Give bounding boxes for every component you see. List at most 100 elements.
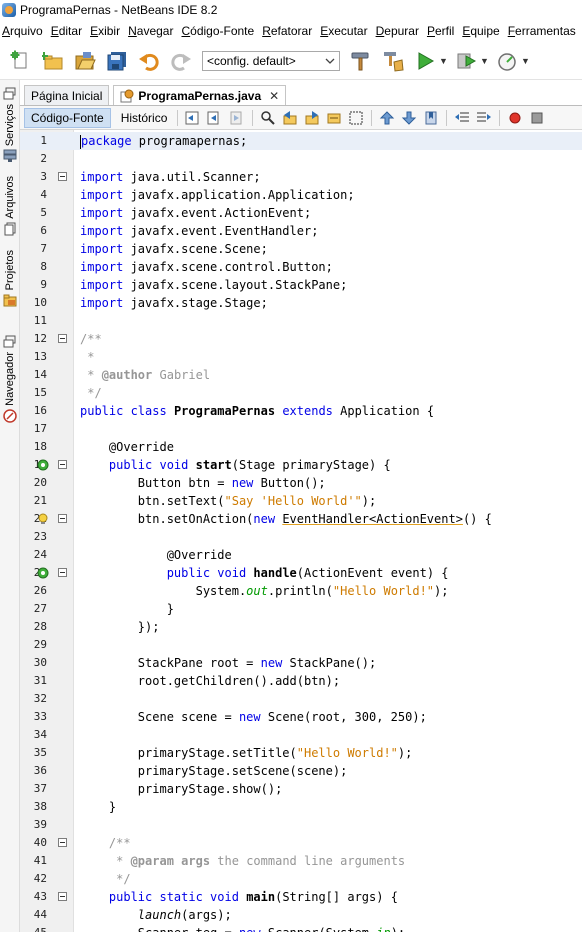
- code-line: 3 import java.util.Scanner;: [20, 168, 582, 186]
- rail-tab-navegador[interactable]: Navegador: [0, 332, 20, 426]
- tab-programapernas-java[interactable]: ProgramaPernas.java ✕: [113, 85, 287, 105]
- code-line: 44 launch(args);: [20, 906, 582, 924]
- code-line: 24 @Override: [20, 546, 582, 564]
- tab-label: ProgramaPernas.java: [138, 88, 262, 103]
- fold-toggle[interactable]: [58, 892, 67, 901]
- configuration-select[interactable]: <config. default>: [202, 50, 340, 71]
- line-number: 43: [33, 890, 47, 903]
- last-edit-icon[interactable]: [185, 110, 201, 126]
- code-line: 39: [20, 816, 582, 834]
- code-line: 13 *: [20, 348, 582, 366]
- debug-button[interactable]: [453, 48, 479, 74]
- menu-codigo-fonte[interactable]: Código-Fonte: [181, 24, 254, 38]
- history-view-button[interactable]: Histórico: [115, 108, 174, 128]
- source-view-button[interactable]: Código-Fonte: [24, 107, 111, 128]
- rail-tab-servicos[interactable]: Serviços: [0, 84, 20, 166]
- fold-toggle[interactable]: [58, 838, 67, 847]
- line-number: 3: [40, 170, 47, 183]
- menu-navegar[interactable]: Navegar: [128, 24, 173, 38]
- toolbar-separator: [371, 109, 373, 126]
- code-line: 22 btn.setOnAction(new EventHandler<Acti…: [20, 510, 582, 528]
- line-number: 33: [33, 710, 47, 723]
- clean-build-icon: [384, 51, 404, 72]
- code-text: public static void main(String[] args) {: [108, 890, 398, 904]
- toggle-highlight-icon[interactable]: [326, 110, 342, 126]
- new-file-button[interactable]: [8, 48, 34, 74]
- fold-toggle[interactable]: [58, 514, 67, 523]
- code-line: 27 }: [20, 600, 582, 618]
- code-line: 45 Scanner teq = new Scanner(System.in);: [20, 924, 582, 932]
- forward-icon[interactable]: [229, 110, 245, 126]
- line-number: 28: [33, 620, 47, 633]
- fold-toggle[interactable]: [58, 568, 67, 577]
- code-line: 31 root.getChildren().add(btn);: [20, 672, 582, 690]
- stop-macro-recording-icon[interactable]: [529, 110, 545, 126]
- menu-executar[interactable]: Executar: [320, 24, 367, 38]
- rectangular-selection-icon[interactable]: [348, 110, 364, 126]
- editor-tab-bar: Página Inicial ProgramaPernas.java ✕: [20, 84, 582, 106]
- menu-exibir[interactable]: Exibir: [90, 24, 120, 38]
- profile-button[interactable]: [494, 48, 520, 74]
- hint-bulb-icon[interactable]: [37, 513, 49, 525]
- open-project-button[interactable]: [72, 48, 98, 74]
- line-number: 34: [33, 728, 47, 741]
- code-text: import javafx.event.ActionEvent;: [80, 206, 312, 220]
- line-number: 35: [33, 746, 47, 759]
- menu-equipe[interactable]: Equipe: [462, 24, 499, 38]
- close-tab-icon[interactable]: ✕: [269, 89, 279, 103]
- tab-pagina-inicial[interactable]: Página Inicial: [24, 85, 110, 105]
- line-number: 1: [40, 134, 47, 147]
- line-number: 17: [33, 422, 47, 435]
- menu-perfil[interactable]: Perfil: [427, 24, 454, 38]
- fold-toggle[interactable]: [58, 334, 67, 343]
- menu-refatorar[interactable]: Refatorar: [262, 24, 312, 38]
- menu-ferramentas[interactable]: Ferramentas: [508, 24, 576, 38]
- line-number: 45: [20, 924, 47, 932]
- fold-toggle[interactable]: [58, 460, 67, 469]
- code-text: primaryStage.setScene(scene);: [80, 764, 348, 778]
- code-line: 33 Scene scene = new Scene(root, 300, 25…: [20, 708, 582, 726]
- clean-build-button[interactable]: [380, 48, 406, 74]
- menu-depurar[interactable]: Depurar: [376, 24, 419, 38]
- menu-arquivo[interactable]: Arquivo: [2, 24, 43, 38]
- toggle-bookmark-icon[interactable]: [423, 110, 439, 126]
- code-line: 15 */: [20, 384, 582, 402]
- shift-right-icon[interactable]: [476, 110, 492, 126]
- next-bookmark-icon[interactable]: [401, 110, 417, 126]
- code-line: 5 import javafx.event.ActionEvent;: [20, 204, 582, 222]
- rail-tab-arquivos[interactable]: Arquivos: [0, 176, 20, 239]
- new-project-button[interactable]: [40, 48, 66, 74]
- previous-bookmark-icon[interactable]: [379, 110, 395, 126]
- code-line: 38 }: [20, 798, 582, 816]
- code-text: public void start(Stage primaryStage) {: [108, 458, 391, 472]
- code-text: StackPane root = new StackPane();: [80, 656, 377, 670]
- debug-dropdown-icon[interactable]: ▼: [480, 56, 489, 66]
- line-number: 20: [33, 476, 47, 489]
- build-button[interactable]: [348, 48, 374, 74]
- override-marker-icon[interactable]: [37, 567, 49, 579]
- line-number: 21: [33, 494, 47, 507]
- back-icon[interactable]: [207, 110, 223, 126]
- save-all-button[interactable]: [104, 48, 130, 74]
- undo-button[interactable]: [136, 48, 162, 74]
- fold-toggle[interactable]: [58, 172, 67, 181]
- code-text: package programapernas;: [80, 134, 248, 149]
- configuration-value: <config. default>: [207, 53, 296, 68]
- run-button[interactable]: [412, 48, 438, 74]
- find-previous-icon[interactable]: [282, 110, 298, 126]
- find-next-icon[interactable]: [304, 110, 320, 126]
- run-dropdown-icon[interactable]: ▼: [439, 56, 448, 66]
- shift-left-icon[interactable]: [454, 110, 470, 126]
- profile-dropdown-icon[interactable]: ▼: [521, 56, 530, 66]
- code-text: import javafx.event.EventHandler;: [80, 224, 319, 238]
- override-marker-icon[interactable]: [37, 459, 49, 471]
- menu-editar[interactable]: Editar: [51, 24, 82, 38]
- find-icon[interactable]: [260, 110, 276, 126]
- code-editor[interactable]: 1 package programapernas; 2 3 import java.…: [20, 130, 582, 932]
- netbeans-app-icon: [2, 3, 16, 17]
- start-macro-recording-icon[interactable]: [507, 110, 523, 126]
- rail-label-projetos: Projetos: [4, 250, 16, 291]
- rail-tab-projetos[interactable]: Projetos: [0, 250, 20, 310]
- redo-button[interactable]: [168, 48, 194, 74]
- menu-bar: Arquivo Editar Exibir Navegar Código-Fon…: [0, 20, 582, 42]
